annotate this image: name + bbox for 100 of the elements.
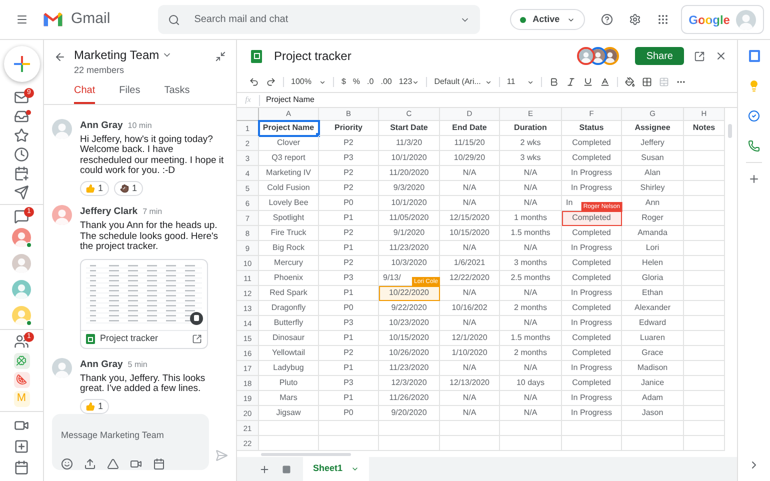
table-cell: 12/1/2020 (440, 331, 500, 346)
borders-icon[interactable] (642, 77, 652, 87)
number-format-dropdown[interactable]: 123 (398, 76, 420, 88)
mail-icon[interactable] (14, 90, 29, 105)
preview-icon[interactable] (190, 312, 203, 324)
message-composer[interactable]: Message Marketing Team (52, 414, 209, 470)
open-external-icon[interactable] (192, 334, 202, 344)
table-cell: N/A (500, 406, 562, 421)
table-cell: Mars (259, 391, 319, 406)
calendar-icon[interactable] (14, 460, 29, 475)
merge-cells-icon[interactable] (659, 77, 670, 87)
table-cell: N/A (500, 286, 562, 301)
table-cell: Lovely Bee (259, 196, 319, 211)
clover-icon[interactable] (14, 352, 30, 368)
close-icon[interactable] (715, 50, 727, 62)
calendar-plus-icon[interactable] (14, 166, 29, 181)
table-cell: Completed (562, 346, 622, 361)
chat-tab[interactable]: Tasks (164, 82, 190, 104)
video-icon[interactable] (130, 458, 142, 470)
search-input[interactable]: Search mail and chat (194, 12, 446, 27)
reaction-chip[interactable]: 1 (80, 180, 110, 196)
zoom-dropdown[interactable]: 100% (291, 76, 326, 88)
calendar-app-icon[interactable] (748, 50, 760, 62)
table-cell: P2 (319, 256, 379, 271)
table-cell: 9/20/2020 (379, 406, 440, 421)
back-icon[interactable] (54, 51, 66, 63)
text-color-icon[interactable] (600, 77, 610, 87)
table-cell: 11/23/2020 (379, 241, 440, 256)
vertical-scrollbar[interactable] (728, 124, 732, 138)
table-cell: In Progress (562, 391, 622, 406)
avatar-icon (579, 49, 594, 63)
drive-icon[interactable] (107, 458, 119, 470)
decrease-decimals-button[interactable]: .0 (367, 76, 374, 88)
redo-icon[interactable] (266, 77, 276, 87)
sheet-list-icon[interactable] (282, 464, 291, 474)
help-icon[interactable] (600, 13, 613, 26)
underline-icon[interactable] (583, 77, 594, 87)
star-icon[interactable] (14, 128, 29, 143)
add-app-icon[interactable] (748, 173, 760, 185)
table-cell: Lori (622, 241, 684, 256)
fruit-icon[interactable] (14, 372, 30, 388)
people-icon[interactable] (14, 334, 29, 349)
currency-button[interactable]: $ (341, 76, 346, 88)
chat-icon[interactable] (14, 209, 29, 224)
tasks-icon[interactable] (748, 110, 760, 122)
table-cell: In Progress (562, 241, 622, 256)
apps-grid-icon[interactable] (656, 13, 669, 26)
message-author: Jeffery Clark (80, 204, 138, 219)
table-cell: P3 (319, 271, 379, 286)
compose-button[interactable] (4, 46, 40, 82)
clock-icon[interactable] (14, 147, 29, 162)
account-button[interactable]: Google (680, 5, 764, 34)
table-cell (379, 436, 440, 451)
message-text: Hi Jeffery, how's it going today? Welcome back. I have rescheduled our meeting. I hope it could work for you. :-D (80, 134, 225, 177)
reaction-chip[interactable]: 1 (114, 180, 144, 196)
table-cell: Dragonfly (259, 301, 319, 316)
chat-tab[interactable]: Files (119, 82, 140, 104)
chat-tab[interactable]: Chat (74, 82, 96, 104)
new-meeting-icon[interactable] (14, 439, 29, 454)
message-input[interactable]: Message Marketing Team (61, 428, 200, 442)
percent-button[interactable]: % (352, 76, 360, 88)
increase-decimals-button[interactable]: .00 (380, 76, 392, 88)
table-cell (379, 421, 440, 436)
menu-icon[interactable] (16, 13, 28, 26)
table-cell (684, 421, 725, 436)
table-cell: Gloria (622, 271, 684, 286)
open-external-icon[interactable] (694, 50, 705, 62)
share-button[interactable]: Share (635, 47, 684, 65)
table-cell (684, 256, 725, 271)
table-cell: 12/13/2020 (440, 376, 500, 391)
formula-label: fx (244, 94, 252, 106)
font-dropdown[interactable]: Default (Ari... (434, 76, 492, 88)
table-cell: Completed (562, 301, 622, 316)
collapse-icon[interactable] (215, 51, 226, 62)
contacts-icon[interactable] (748, 140, 760, 152)
sheet-tab[interactable]: Sheet1 (303, 457, 369, 481)
bold-icon[interactable] (549, 77, 560, 87)
table-cell: Edward (622, 316, 684, 331)
avatar-icon (736, 10, 756, 30)
status-dropdown[interactable]: Active (510, 9, 585, 30)
fill-color-icon[interactable] (625, 77, 636, 87)
table-cell (684, 271, 725, 286)
table-cell: 2.5 months (500, 271, 562, 286)
settings-icon[interactable] (628, 13, 641, 26)
table-cell: 11/20/2020 (379, 166, 440, 181)
avatar-icon (591, 49, 606, 63)
table-cell (259, 421, 319, 436)
italic-icon[interactable] (566, 77, 576, 87)
video-icon[interactable] (14, 418, 29, 433)
search-bar[interactable]: Search mail and chat (158, 5, 480, 34)
send-icon[interactable] (14, 185, 29, 200)
calendar-icon[interactable] (153, 458, 165, 470)
emoji-icon[interactable] (61, 458, 73, 470)
attachment-card[interactable]: Project tracker (80, 258, 208, 348)
undo-icon[interactable] (249, 77, 259, 87)
table-cell: Start Date (379, 121, 440, 136)
upload-icon[interactable] (84, 458, 96, 470)
add-sheet-icon[interactable] (259, 464, 270, 474)
inbox-icon[interactable] (14, 109, 29, 124)
font-size-dropdown[interactable]: 11 (506, 76, 534, 88)
